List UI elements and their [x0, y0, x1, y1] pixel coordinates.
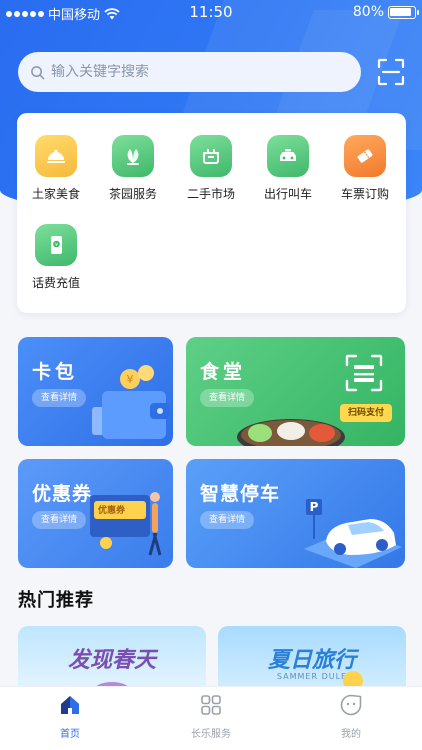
- svg-text:P: P: [310, 500, 319, 514]
- canteen-card[interactable]: 食堂 查看详情 扫码支付: [186, 337, 405, 446]
- tab-home[interactable]: 首页: [20, 693, 120, 740]
- home-icon: [61, 696, 79, 714]
- scan-icon[interactable]: [376, 57, 406, 87]
- canteen-detail-button[interactable]: 查看详情: [200, 389, 255, 407]
- service-recharge[interactable]: ¥ 话费充值: [21, 224, 91, 291]
- ticket-icon: [344, 135, 386, 177]
- service-label: 土家美食: [31, 187, 80, 201]
- food-tray-illustration: [237, 419, 345, 446]
- taxi-icon: [267, 135, 309, 177]
- tab-label: 首页: [60, 729, 80, 740]
- recommend-section-title: 热门推荐: [18, 590, 94, 611]
- canteen-title: 食堂: [200, 361, 247, 383]
- service-tea[interactable]: 茶园服务: [98, 135, 168, 202]
- card-pack-title: 卡包: [32, 361, 79, 383]
- coupon-detail-button[interactable]: 查看详情: [32, 511, 87, 529]
- coupon-ticket-text: 优惠券: [98, 506, 126, 516]
- recommend-title: 发现春天: [67, 648, 156, 673]
- svg-text:¥: ¥: [127, 373, 134, 386]
- parking-card[interactable]: 智慧停车 查看详情 P: [186, 459, 405, 568]
- tab-mine[interactable]: 我的: [301, 693, 401, 740]
- market-basket-icon: [190, 135, 232, 177]
- service-label: 出行叫车: [263, 187, 312, 201]
- tab-services[interactable]: 长乐服务: [161, 693, 261, 740]
- svg-text:¥: ¥: [55, 242, 58, 248]
- service-food[interactable]: 土家美食: [21, 135, 91, 202]
- service-grid: 土家美食 茶园服务 二手市场 出行叫车 车票订购 ¥ 话费充值: [17, 113, 406, 313]
- tea-leaf-icon: [112, 135, 154, 177]
- battery-icon: [388, 5, 419, 19]
- recommend-subtitle: SAMMER DULE: [276, 672, 348, 681]
- grid-icon: [201, 695, 221, 715]
- card-pack-card[interactable]: 卡包 查看详情 ¥: [18, 337, 173, 446]
- status-bar: 中国移动 11:50 80%: [0, 0, 422, 24]
- coupon-illustration: [90, 492, 162, 556]
- profile-face-icon: [340, 694, 362, 716]
- tab-label: 长乐服务: [191, 729, 231, 740]
- bottom-tab-bar: 首页 长乐服务 我的: [0, 686, 422, 750]
- scan-code-icon: [345, 354, 383, 392]
- service-market[interactable]: 二手市场: [176, 135, 246, 202]
- coupon-title: 优惠券: [32, 483, 93, 505]
- tab-label: 我的: [341, 729, 361, 740]
- service-label: 车票订购: [340, 187, 389, 201]
- parking-car-illustration: P: [304, 499, 402, 568]
- service-label: 茶园服务: [108, 187, 157, 201]
- food-cloche-icon: [35, 135, 77, 177]
- wallet-illustration: ¥: [92, 365, 170, 439]
- battery-percent: 80%: [352, 4, 384, 20]
- search-input[interactable]: [51, 64, 331, 80]
- service-label: 二手市场: [186, 187, 235, 201]
- search-bar[interactable]: [18, 52, 361, 92]
- parking-title: 智慧停车: [200, 483, 281, 505]
- recommend-title: 夏日旅行: [267, 648, 356, 673]
- home-screen: 中国移动 11:50 80% 土家美食: [0, 0, 422, 750]
- parking-detail-button[interactable]: 查看详情: [200, 511, 255, 529]
- coupon-card[interactable]: 优惠券 查看详情 优惠券: [18, 459, 173, 568]
- service-taxi[interactable]: 出行叫车: [253, 135, 323, 202]
- search-icon: [31, 65, 45, 79]
- scan-pay-button[interactable]: 扫码支付: [340, 404, 393, 422]
- card-pack-detail-button[interactable]: 查看详情: [32, 389, 87, 407]
- phone-recharge-icon: ¥: [35, 224, 77, 266]
- service-ticket[interactable]: 车票订购: [330, 135, 400, 202]
- service-label: 话费充值: [31, 276, 80, 290]
